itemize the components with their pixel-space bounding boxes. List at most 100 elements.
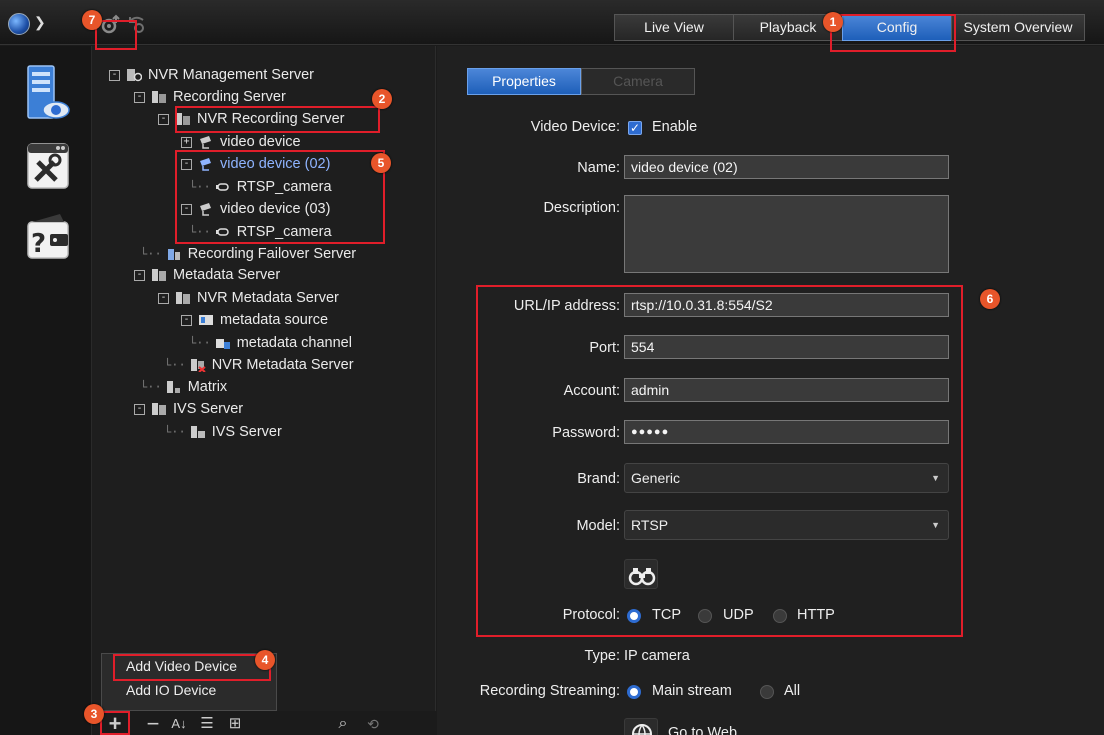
all-stream-label: All (784, 683, 801, 699)
annotation-box-4 (113, 654, 271, 681)
badge-7: 7 (82, 10, 102, 30)
sort-az-icon[interactable]: A↓ (168, 713, 190, 735)
tree-node-label: video device (220, 134, 301, 150)
globe-web-icon (632, 724, 652, 735)
management-server-icon (126, 68, 143, 82)
tree-connector: └·· (189, 336, 211, 350)
collapse-icon[interactable]: - (158, 113, 169, 125)
annotation-box-2 (175, 106, 380, 133)
collapse-icon[interactable]: - (134, 91, 145, 103)
collapse-icon[interactable]: - (109, 69, 120, 81)
recording-server-icon (151, 90, 167, 104)
tree-node-ivs-server[interactable]: - IVS Server (134, 398, 243, 420)
help-wallet-icon[interactable]: ? (24, 208, 72, 266)
tree-bottom-toolbar: + − A↓ ☰ ⊞ ⌕ ⟲ (92, 711, 436, 735)
badge-4: 4 (255, 650, 275, 670)
enable-checkbox[interactable]: ✓ (628, 121, 642, 135)
tree-node-label: metadata source (220, 312, 329, 328)
tree-node-recording-server[interactable]: - Recording Server (134, 86, 286, 108)
left-icon-column: ? (0, 46, 92, 735)
tree-node-metadata-source[interactable]: - metadata source (181, 309, 328, 331)
annotation-box-3 (100, 711, 130, 735)
tree-node-label: Recording Server (173, 89, 286, 105)
expand-icon[interactable]: + (181, 136, 192, 148)
annotation-box-7 (95, 20, 137, 50)
annotation-box-6 (476, 285, 963, 637)
goto-web-button[interactable] (624, 718, 658, 735)
tools-icon[interactable] (24, 138, 72, 196)
description-textarea[interactable] (624, 195, 949, 273)
collapse-icon[interactable]: - (134, 269, 145, 281)
metadata-channel-icon (215, 336, 231, 350)
tab-properties[interactable]: Properties (467, 68, 581, 95)
tree-node-nvr-metadata-server-offline[interactable]: └·· NVR Metadata Server (164, 354, 354, 376)
server-monitor-icon[interactable] (24, 64, 72, 122)
tree-node-label: NVR Management Server (148, 67, 315, 83)
tree-node-nvr-management-server[interactable]: - NVR Management Server (109, 64, 314, 86)
description-label: Description: (543, 200, 620, 216)
tree-connector: └·· (140, 247, 162, 261)
badge-6: 6 (980, 289, 1000, 309)
remove-icon[interactable]: − (142, 713, 164, 735)
collapse-icon[interactable]: - (158, 292, 169, 304)
network-add-icon[interactable]: ⊞ (224, 713, 246, 735)
enable-label: Enable (652, 119, 698, 135)
tree-node-metadata-server[interactable]: - Metadata Server (134, 264, 280, 286)
app-window: ❯ Live View Playback Config System Overv… (0, 0, 1104, 735)
globe-icon[interactable] (8, 13, 30, 35)
tree-node-matrix[interactable]: └·· Matrix (140, 376, 227, 398)
tree-node-label: IVS Server (173, 401, 244, 417)
tree-node-ivs-server-child[interactable]: └·· IVS Server (164, 421, 282, 443)
tree-node-metadata-channel[interactable]: └·· metadata channel (189, 332, 352, 354)
ivs-icon (190, 425, 206, 439)
failover-server-icon (166, 247, 182, 261)
metadata-server-offline-icon (190, 358, 206, 373)
annotation-box-5 (175, 150, 385, 244)
main-stream-radio[interactable] (627, 685, 641, 699)
metadata-source-icon (198, 313, 214, 327)
tree-connector: └·· (140, 380, 162, 394)
badge-5: 5 (371, 153, 391, 173)
tree-node-label: NVR Metadata Server (197, 290, 339, 306)
tree-node-label: IVS Server (211, 424, 282, 440)
tree-node-label: metadata channel (236, 335, 352, 351)
annotation-box-1 (830, 14, 956, 52)
badge-2: 2 (372, 89, 392, 109)
recording-streaming-label: Recording Streaming: (479, 683, 620, 699)
tree-connector: └·· (164, 358, 186, 372)
metadata-server-icon (151, 268, 167, 282)
properties-tabs: Properties Camera (467, 68, 695, 95)
name-label: Name: (577, 160, 620, 176)
type-value: IP camera (624, 648, 690, 664)
main-stream-label: Main stream (652, 683, 732, 699)
all-stream-radio[interactable] (760, 685, 774, 699)
goto-web-label: Go to Web (668, 725, 738, 735)
tree-node-label: Matrix (187, 379, 228, 395)
tab-system-overview[interactable]: System Overview (951, 14, 1085, 41)
video-device-label: Video Device: (530, 119, 620, 135)
chevron-down-icon[interactable]: ❯ (34, 14, 46, 31)
tree-node-recording-failover-server[interactable]: └·· Recording Failover Server (140, 243, 356, 265)
menu-item-add-io-device[interactable]: Add IO Device (102, 678, 276, 702)
camera-icon (198, 135, 214, 149)
type-label: Type: (584, 648, 620, 664)
tree-connector: └·· (164, 425, 186, 439)
matrix-icon (166, 380, 182, 394)
tab-camera[interactable]: Camera (581, 68, 695, 95)
list-expand-icon[interactable]: ☰ (196, 713, 218, 735)
name-input[interactable]: video device (02) (624, 155, 949, 179)
tree-node-nvr-metadata-server[interactable]: - NVR Metadata Server (158, 287, 339, 309)
tree-node-label: Recording Failover Server (187, 246, 357, 262)
tree-node-label: NVR Metadata Server (211, 357, 354, 373)
collapse-icon[interactable]: - (134, 403, 145, 415)
tab-live-view[interactable]: Live View (614, 14, 734, 41)
tree-node-label: Metadata Server (173, 267, 281, 283)
search-icon[interactable]: ⌕ (332, 713, 354, 735)
metadata-server-icon (175, 291, 191, 305)
refresh-settings-icon[interactable]: ⟲ (362, 713, 384, 735)
badge-1: 1 (823, 12, 843, 32)
badge-3: 3 (84, 704, 104, 724)
svg-text:?: ? (31, 229, 46, 259)
ivs-server-icon (151, 402, 167, 416)
collapse-icon[interactable]: - (181, 314, 192, 326)
